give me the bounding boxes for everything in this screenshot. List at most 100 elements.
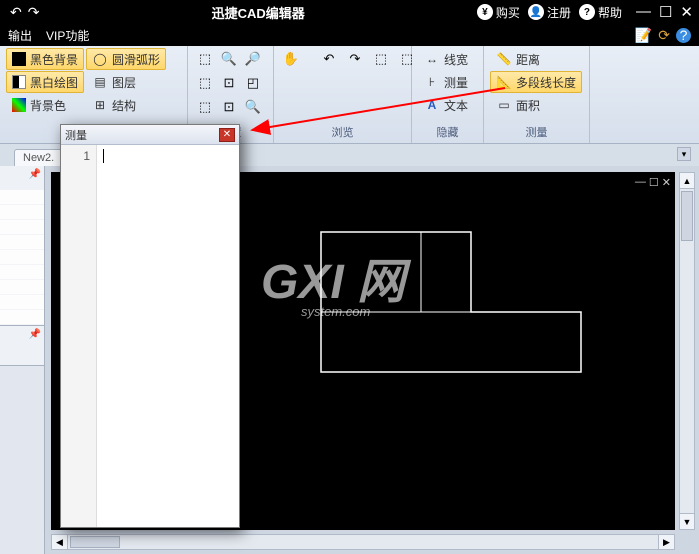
app-title: 迅捷CAD编辑器: [39, 3, 476, 22]
tool-icon-6[interactable]: ◰: [242, 72, 264, 94]
text-button[interactable]: A 文本: [418, 94, 474, 116]
structure-icon: ⊞: [92, 97, 108, 113]
vertical-scrollbar[interactable]: ▲ ▼: [679, 172, 695, 530]
register-label: 注册: [547, 4, 571, 21]
tool-icon-8[interactable]: ⊡: [218, 96, 240, 118]
group-measure-label: 测量: [490, 122, 583, 143]
undo-icon[interactable]: ↶: [10, 4, 22, 21]
document-tab[interactable]: New2.: [14, 149, 65, 166]
menus: 输出 VIP功能: [8, 27, 89, 44]
line-width-button[interactable]: ↔ 线宽: [418, 48, 474, 70]
menu-right-icons: 📝 ⟳ ?: [635, 27, 691, 44]
rotate-right-icon[interactable]: ↷: [344, 48, 366, 70]
scroll-down-icon[interactable]: ▼: [680, 513, 694, 529]
left-pane-1: 📌: [0, 166, 44, 326]
line-width-label: 线宽: [444, 51, 468, 68]
measure-label: 测量: [444, 74, 468, 91]
text-label: 文本: [444, 97, 468, 114]
edit-icon[interactable]: 📝: [635, 27, 652, 44]
minimize-button[interactable]: —: [636, 3, 651, 21]
structure-button[interactable]: ⊞ 结构: [86, 94, 166, 116]
black-bg-button[interactable]: 黑色背景: [6, 48, 84, 70]
group-browse-label: 浏览: [280, 122, 405, 143]
buy-label: 购买: [496, 4, 520, 21]
maximize-button[interactable]: ☐: [659, 3, 672, 21]
area-button[interactable]: ▭ 面积: [490, 94, 582, 116]
close-button[interactable]: ✕: [680, 3, 693, 21]
help-button[interactable]: ? 帮助: [579, 4, 622, 21]
line-width-icon: ↔: [424, 51, 440, 67]
window-controls: — ☐ ✕: [636, 3, 693, 21]
tool-icon-4[interactable]: ⬚: [194, 72, 216, 94]
collapse-button[interactable]: ▾: [677, 147, 691, 161]
pin-icon[interactable]: 📌: [29, 169, 41, 180]
bw-draw-button[interactable]: 黑白绘图: [6, 71, 84, 93]
polyline-icon: 📐: [496, 74, 512, 90]
menu-vip[interactable]: VIP功能: [46, 27, 89, 44]
text-icon: A: [424, 97, 440, 113]
bw-draw-label: 黑白绘图: [30, 74, 78, 91]
layer-label: 图层: [112, 74, 136, 91]
distance-button[interactable]: 📏 距离: [490, 48, 582, 70]
vscroll-thumb[interactable]: [681, 191, 693, 241]
line-number: 1: [61, 149, 90, 163]
popup-title: 测量: [65, 127, 219, 143]
help-circle-icon[interactable]: ?: [676, 28, 691, 43]
canvas-window-controls: — ☐ ✕: [635, 176, 671, 189]
ruler-icon: ⊦: [424, 74, 440, 90]
menu-output[interactable]: 输出: [8, 27, 32, 44]
scroll-left-icon[interactable]: ◀: [52, 535, 68, 549]
menu-bar: 输出 VIP功能 📝 ⟳ ?: [0, 24, 699, 46]
line-gutter: 1: [61, 145, 97, 527]
popup-body: 1: [61, 145, 239, 527]
horizontal-scrollbar[interactable]: ◀ ▶: [51, 534, 675, 550]
tool-icon-3[interactable]: 🔎: [242, 48, 264, 70]
bw-square-icon: [12, 75, 26, 89]
scroll-up-icon[interactable]: ▲: [680, 173, 694, 189]
popup-close-button[interactable]: ✕: [219, 128, 235, 142]
refresh-icon[interactable]: ⟳: [658, 27, 670, 44]
area-icon: ▭: [496, 97, 512, 113]
quick-access: ↶ ↷: [10, 4, 39, 21]
ribbon-group-browse: ✋ ↶ ↷ ⬚ ⬚ 浏览: [274, 46, 412, 143]
measure-button[interactable]: ⊦ 测量: [418, 71, 474, 93]
tool-icon-7[interactable]: ⬚: [194, 96, 216, 118]
distance-label: 距离: [516, 51, 540, 68]
rotate-left-icon[interactable]: ↶: [318, 48, 340, 70]
panel-stripes: [0, 190, 44, 325]
tool-icon-5[interactable]: ⊡: [218, 72, 240, 94]
popup-content[interactable]: [97, 145, 239, 527]
tool-icon-9[interactable]: 🔍: [242, 96, 264, 118]
black-bg-label: 黑色背景: [30, 51, 78, 68]
canvas-minimize[interactable]: —: [635, 176, 646, 189]
pin-icon-2[interactable]: 📌: [29, 329, 41, 340]
redo-icon[interactable]: ↷: [28, 4, 40, 21]
text-caret: [103, 149, 104, 163]
measure-popup: 测量 ✕ 1: [60, 124, 240, 528]
bg-color-button[interactable]: 背景色: [6, 94, 84, 116]
canvas-close[interactable]: ✕: [662, 176, 671, 189]
distance-icon: 📏: [496, 51, 512, 67]
polyline-length-label: 多段线长度: [516, 74, 576, 91]
popup-titlebar[interactable]: 测量 ✕: [61, 125, 239, 145]
area-label: 面积: [516, 97, 540, 114]
buy-button[interactable]: ¥ 购买: [477, 4, 520, 21]
smooth-arc-label: 圆滑弧形: [112, 51, 160, 68]
user-icon: 👤: [528, 4, 544, 20]
canvas-maximize[interactable]: ☐: [649, 176, 659, 189]
hand-icon[interactable]: ✋: [280, 48, 302, 70]
drawn-polyline: [311, 222, 591, 382]
title-bar: ↶ ↷ 迅捷CAD编辑器 ¥ 购买 👤 注册 ? 帮助 — ☐ ✕: [0, 0, 699, 24]
nav-icon-1[interactable]: ⬚: [370, 48, 392, 70]
bg-color-label: 背景色: [30, 97, 66, 114]
register-button[interactable]: 👤 注册: [528, 4, 571, 21]
hscroll-thumb[interactable]: [70, 536, 120, 548]
color-square-icon: [12, 98, 26, 112]
tool-icon-2[interactable]: 🔍: [218, 48, 240, 70]
scroll-right-icon[interactable]: ▶: [658, 535, 674, 549]
tool-icon-1[interactable]: ⬚: [194, 48, 216, 70]
layer-button[interactable]: ▤ 图层: [86, 71, 166, 93]
layer-icon: ▤: [92, 74, 108, 90]
polyline-length-button[interactable]: 📐 多段线长度: [490, 71, 582, 93]
smooth-arc-button[interactable]: ◯ 圆滑弧形: [86, 48, 166, 70]
